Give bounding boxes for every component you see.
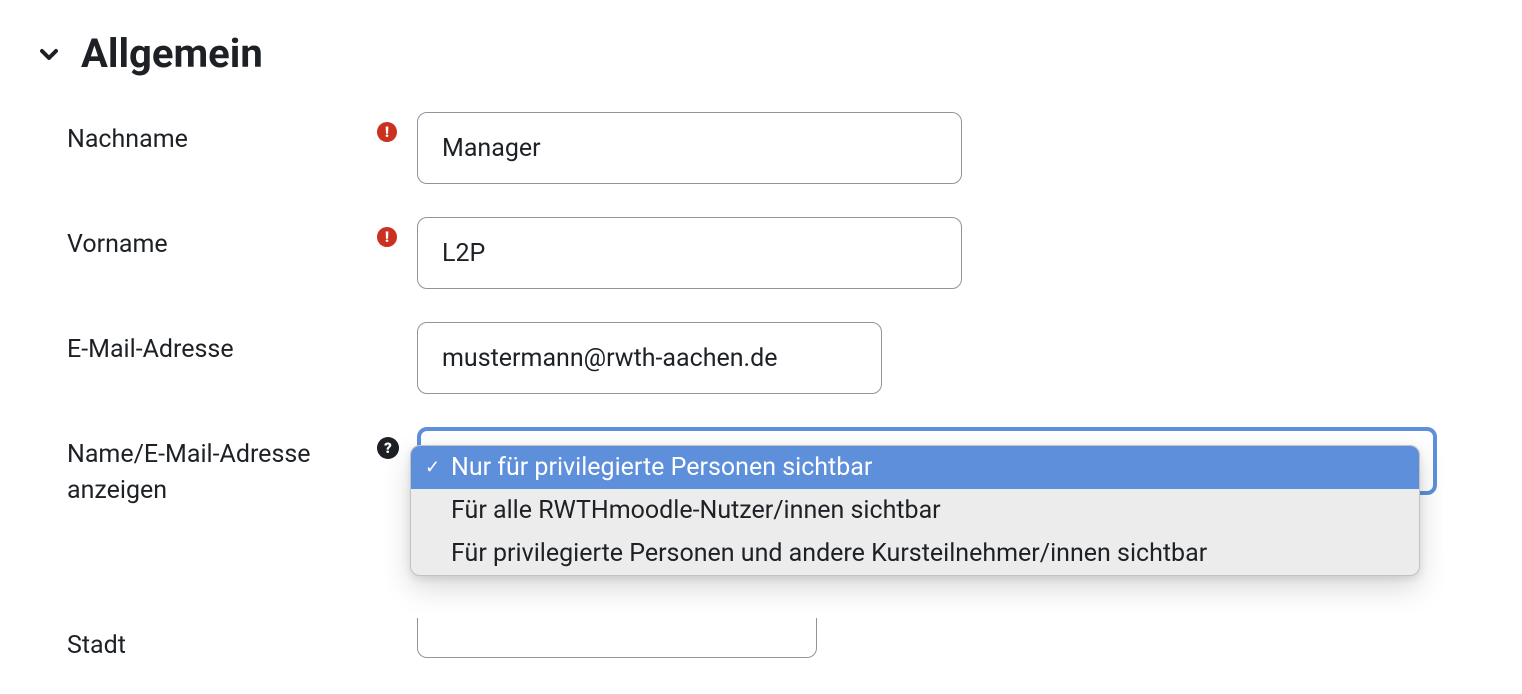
dropdown-option-label: Für alle RWTHmoodle-Nutzer/innen sichtba…: [451, 496, 941, 525]
dropdown-option-label: Für privilegierte Personen und andere Ku…: [451, 539, 1207, 568]
row-city: Stadt: [35, 618, 1487, 664]
section-header[interactable]: Allgemein: [35, 30, 1487, 77]
checkmark-icon: ✓: [425, 457, 451, 478]
city-input[interactable]: [417, 618, 817, 658]
dropdown-option-1[interactable]: ✓ Für alle RWTHmoodle-Nutzer/innen sicht…: [411, 489, 1419, 532]
help-icon[interactable]: ?: [377, 437, 399, 459]
row-email: E-Mail-Adresse: [35, 322, 1487, 394]
dropdown-option-2[interactable]: ✓ Für privilegierte Personen und andere …: [411, 532, 1419, 575]
section-title: Allgemein: [81, 30, 263, 77]
label-city: Stadt: [67, 628, 377, 664]
required-icon: !: [377, 227, 397, 247]
email-input[interactable]: [417, 322, 882, 394]
row-display: Name/E-Mail-Adresse anzeigen ? ✓ Nur für…: [35, 427, 1487, 558]
label-surname: Nachname: [67, 122, 377, 158]
label-display: Name/E-Mail-Adresse anzeigen: [67, 437, 377, 510]
row-surname: Nachname !: [35, 112, 1487, 184]
label-firstname: Vorname: [67, 227, 377, 263]
required-icon: !: [377, 122, 397, 142]
firstname-input[interactable]: [417, 217, 962, 289]
dropdown-option-0[interactable]: ✓ Nur für privilegierte Personen sichtba…: [411, 446, 1419, 489]
dropdown-option-label: Nur für privilegierte Personen sichtbar: [451, 453, 872, 482]
surname-input[interactable]: [417, 112, 962, 184]
chevron-down-icon: [35, 40, 63, 68]
row-firstname: Vorname !: [35, 217, 1487, 289]
display-dropdown: ✓ Nur für privilegierte Personen sichtba…: [410, 445, 1420, 576]
label-email: E-Mail-Adresse: [67, 332, 377, 368]
